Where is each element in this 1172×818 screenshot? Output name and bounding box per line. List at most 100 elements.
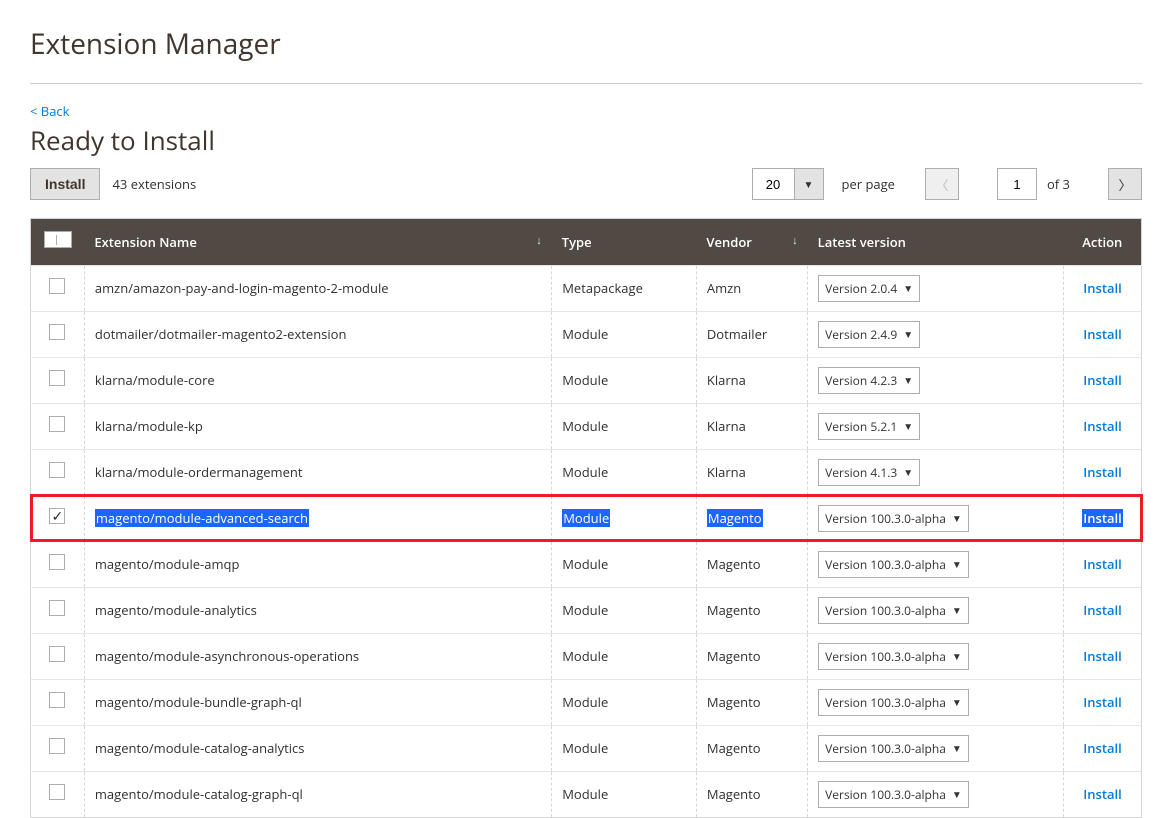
version-value: Version 100.3.0-alpha <box>825 510 946 527</box>
version-select[interactable]: Version 4.1.3▼ <box>818 459 920 486</box>
install-link[interactable]: Install <box>1083 463 1122 481</box>
extension-vendor: Klarna <box>707 371 746 389</box>
row-checkbox[interactable] <box>49 738 65 754</box>
row-checkbox[interactable] <box>49 600 65 616</box>
chevron-down-icon: ▼ <box>903 281 913 295</box>
row-checkbox[interactable] <box>49 462 65 478</box>
extension-type: Module <box>562 601 608 619</box>
row-checkbox[interactable] <box>49 370 65 386</box>
page-title: Extension Manager <box>30 25 1142 63</box>
row-checkbox[interactable] <box>49 324 65 340</box>
extension-vendor: Magento <box>707 785 761 803</box>
table-row: magento/module-analytics Module Magento Ver… <box>31 587 1142 633</box>
chevron-right-icon: 〉 <box>1118 175 1131 194</box>
chevron-down-icon: ▼ <box>952 695 962 709</box>
page-size-input[interactable] <box>752 168 794 200</box>
install-link[interactable]: Install <box>1082 509 1123 527</box>
extension-vendor: Dotmailer <box>707 325 767 343</box>
column-header-version[interactable]: Latest version <box>818 233 906 251</box>
chevron-down-icon: ▼ <box>952 741 962 755</box>
extension-vendor: Magento <box>707 693 761 711</box>
next-page-button[interactable]: 〉 <box>1108 168 1142 200</box>
install-link[interactable]: Install <box>1083 417 1122 435</box>
extension-vendor: Magento <box>707 555 761 573</box>
version-select[interactable]: Version 100.3.0-alpha ▼ <box>818 735 969 762</box>
chevron-down-icon: ▼ <box>903 419 913 433</box>
version-value: Version 100.3.0-alpha <box>825 602 946 619</box>
install-link[interactable]: Install <box>1083 785 1122 803</box>
extension-type: Module <box>562 371 608 389</box>
table-row: klarna/module-ordermanagementModuleKlarn… <box>31 449 1142 495</box>
extension-vendor: Magento <box>707 509 763 527</box>
row-checkbox[interactable] <box>49 508 65 524</box>
sort-arrow-icon: ↓ <box>792 233 798 248</box>
sort-arrow-icon: ↓ <box>536 233 542 248</box>
table-row: klarna/module-core Module Klarna Version 4.… <box>31 357 1142 403</box>
extension-type: Module <box>562 647 608 665</box>
extension-name: magento/module-catalog-analytics <box>95 739 305 757</box>
version-select[interactable]: Version 100.3.0-alpha▼ <box>818 505 969 532</box>
of-pages-label: of 3 <box>1047 175 1070 193</box>
extension-name: magento/module-advanced-search <box>95 509 309 527</box>
extension-name: amzn/amazon-pay-and-login-magento-2-modu… <box>95 279 389 297</box>
version-value: Version 100.3.0-alpha <box>825 648 946 665</box>
extension-type: Module <box>562 417 608 435</box>
install-link[interactable]: Install <box>1083 555 1122 573</box>
row-checkbox[interactable] <box>49 784 65 800</box>
chevron-down-icon: ▼ <box>57 233 69 246</box>
install-link[interactable]: Install <box>1083 739 1122 757</box>
table-row: magento/module-catalog-graph-qlModuleMag… <box>31 771 1142 817</box>
column-header-name[interactable]: Extension Name <box>94 233 196 251</box>
column-header-vendor[interactable]: Vendor <box>706 233 752 251</box>
install-link[interactable]: Install <box>1083 279 1122 297</box>
row-checkbox[interactable] <box>49 278 65 294</box>
version-select[interactable]: Version 2.0.4 ▼ <box>818 275 920 302</box>
version-value: Version 4.2.3 <box>825 372 897 389</box>
column-header-type[interactable]: Type <box>562 233 592 251</box>
table-row: magento/module-bundle-graph-qlModuleMage… <box>31 679 1142 725</box>
extension-name: magento/module-analytics <box>95 601 257 619</box>
current-page-input[interactable] <box>997 168 1037 200</box>
chevron-left-icon: 〈 <box>935 175 948 194</box>
chevron-down-icon: ▼ <box>952 557 962 571</box>
back-link[interactable]: < Back <box>30 102 70 120</box>
select-all-checkbox[interactable]: ▪▼ <box>44 231 72 248</box>
install-link[interactable]: Install <box>1083 601 1122 619</box>
install-link[interactable]: Install <box>1083 371 1122 389</box>
install-link[interactable]: Install <box>1083 325 1122 343</box>
prev-page-button[interactable]: 〈 <box>925 168 959 200</box>
divider <box>30 83 1142 84</box>
extension-name: klarna/module-core <box>95 371 215 389</box>
row-checkbox[interactable] <box>49 416 65 432</box>
install-link[interactable]: Install <box>1083 647 1122 665</box>
extension-type: Module <box>562 785 608 803</box>
extension-vendor: Klarna <box>707 463 746 481</box>
version-select[interactable]: Version 100.3.0-alpha ▼ <box>818 551 969 578</box>
version-select[interactable]: Version 4.2.3▼ <box>818 367 920 394</box>
row-checkbox[interactable] <box>49 554 65 570</box>
version-select[interactable]: Version 2.4.9▼ <box>818 321 920 348</box>
version-select[interactable]: Version 100.3.0-alpha▼ <box>818 689 969 716</box>
version-value: Version 100.3.0-alpha <box>825 740 946 757</box>
install-link[interactable]: Install <box>1083 693 1122 711</box>
table-row: magento/module-catalog-analyticsModuleMa… <box>31 725 1142 771</box>
row-checkbox[interactable] <box>49 692 65 708</box>
chevron-down-icon: ▼ <box>952 787 962 801</box>
version-select[interactable]: Version 100.3.0-alpha▼ <box>818 597 969 624</box>
extension-name: klarna/module-ordermanagement <box>95 463 303 481</box>
version-select[interactable]: Version 5.2.1▼ <box>818 413 920 440</box>
version-value: Version 2.0.4 <box>825 280 897 297</box>
version-select[interactable]: Version 100.3.0-alpha▼ <box>818 643 969 670</box>
checkbox-icon: ▪ <box>47 235 57 245</box>
row-checkbox[interactable] <box>49 646 65 662</box>
version-select[interactable]: Version 100.3.0-alpha▼ <box>818 781 969 808</box>
page-size-dropdown[interactable]: ▼ <box>794 168 824 200</box>
extension-name: klarna/module-kp <box>95 417 203 435</box>
extension-type: Module <box>562 739 608 757</box>
version-value: Version 100.3.0-alpha <box>825 556 946 573</box>
extension-name: dotmailer/dotmailer-magento2-extension <box>95 325 347 343</box>
extension-name: magento/module-asynchronous-operations <box>95 647 359 665</box>
install-button[interactable]: Install <box>30 168 100 200</box>
extension-vendor: Magento <box>707 647 761 665</box>
extension-vendor: Magento <box>707 601 761 619</box>
